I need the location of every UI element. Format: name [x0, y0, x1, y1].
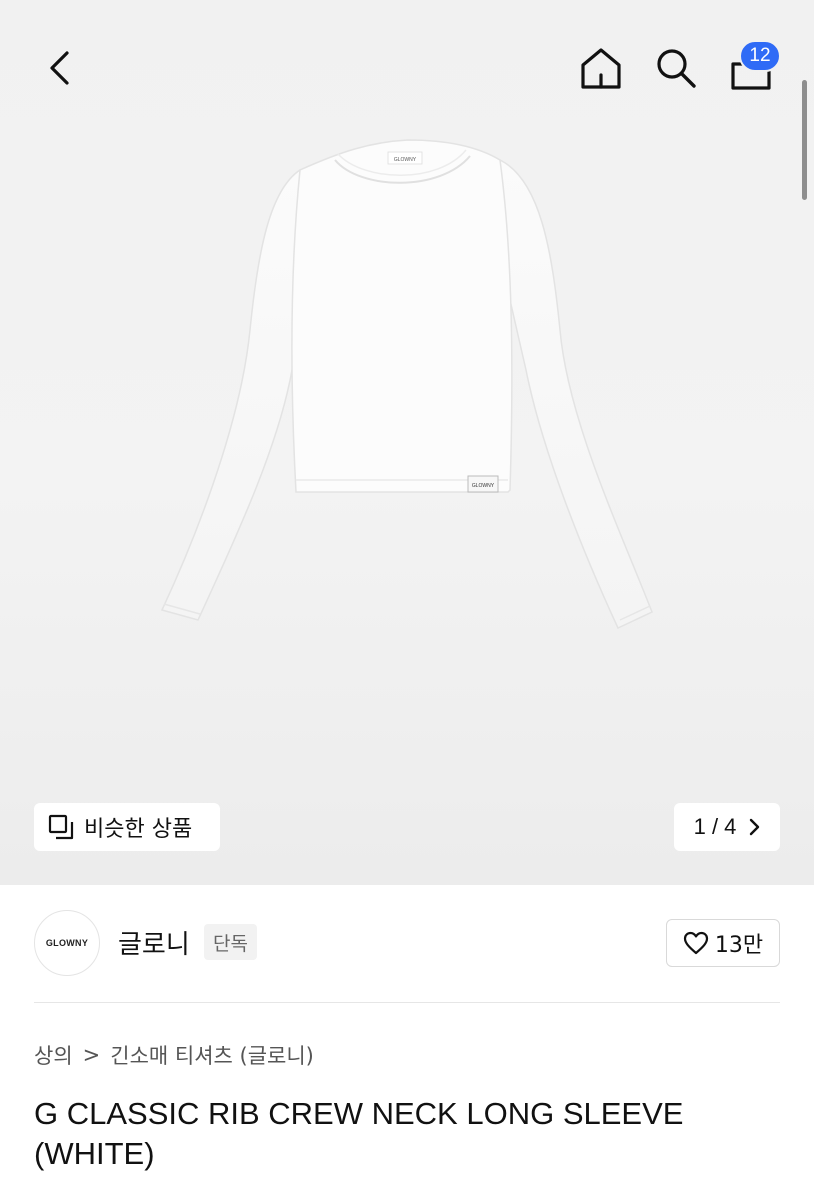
home-icon [581, 48, 621, 89]
svg-text:GLOWNY: GLOWNY [394, 157, 417, 163]
divider [34, 1002, 780, 1003]
product-title: G CLASSIC RIB CREW NECK LONG SLEEVE (WHI… [34, 1096, 684, 1171]
product-photo[interactable]: GLOWNY GLOWNY [150, 130, 670, 640]
chevron-right-icon [750, 818, 760, 836]
search-icon [657, 49, 696, 88]
chevron-left-icon [50, 51, 69, 85]
scrollbar[interactable] [802, 80, 807, 200]
breadcrumb-separator: > [82, 1043, 101, 1067]
brand-row: GLOWNY 글로니 단독 13만 [34, 910, 780, 976]
breadcrumb: 상의 > 긴소매 티셔츠 (글로니) [34, 1040, 314, 1070]
like-count: 13만 [714, 933, 764, 958]
breadcrumb-item-long-sleeve-tshirts[interactable]: 긴소매 티셔츠 (글로니) [110, 1040, 314, 1070]
brand-name-link[interactable]: 글로니 [118, 924, 190, 961]
exclusive-badge: 단독 [204, 924, 257, 960]
heart-outline-icon [683, 931, 708, 955]
copy-squares-icon [48, 814, 74, 840]
product-image-gallery[interactable]: GLOWNY GLOWNY 12 비슷한 상품 1 / 4 [0, 0, 814, 885]
image-pager-label: 1 / 4 [693, 814, 737, 839]
breadcrumb-item-top[interactable]: 상의 [34, 1040, 73, 1070]
brand-logo[interactable]: GLOWNY [34, 910, 100, 976]
home-button[interactable] [571, 38, 631, 98]
cart-count-badge: 12 [739, 40, 781, 72]
image-pager-button[interactable]: 1 / 4 [674, 803, 780, 851]
similar-products-button[interactable]: 비슷한 상품 [34, 803, 220, 851]
search-button[interactable] [646, 38, 706, 98]
like-button[interactable]: 13만 [666, 919, 780, 967]
back-button[interactable] [30, 38, 90, 98]
similar-products-label: 비슷한 상품 [84, 817, 193, 842]
svg-text:GLOWNY: GLOWNY [472, 483, 495, 489]
